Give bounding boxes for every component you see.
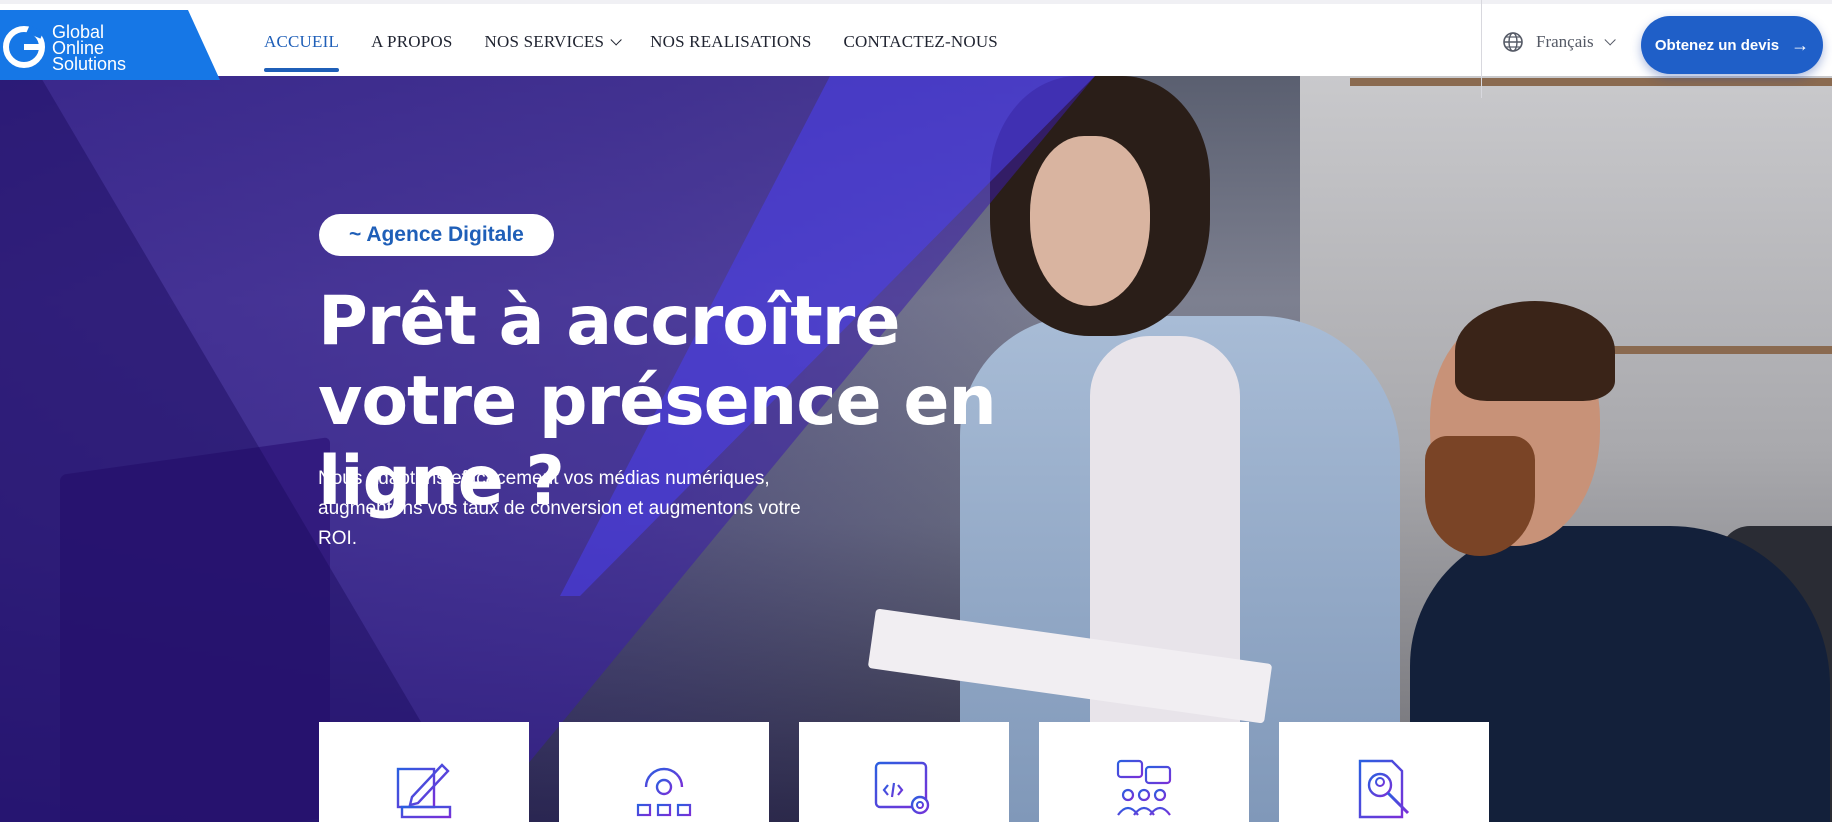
nav-label: NOS SERVICES [484, 32, 605, 51]
logo-icon [3, 25, 45, 68]
service-card[interactable] [559, 722, 769, 832]
chevron-down-icon [610, 34, 622, 46]
globe-icon [1503, 32, 1523, 52]
hero-person-man-hair [1455, 301, 1615, 401]
arrow-right-icon: → [1791, 34, 1810, 55]
language-selector[interactable]: Français [1502, 4, 1616, 80]
nav-item-accueil[interactable]: ACCUEIL [264, 4, 340, 80]
logo-line: Solutions [52, 54, 127, 74]
header-divider [1481, 0, 1482, 98]
nav-label: ACCUEIL [264, 32, 340, 51]
hero-person-woman-face [1030, 136, 1150, 306]
team-chat-icon [1116, 759, 1172, 816]
hero-description: Nous adaptons efficacement vos médias nu… [318, 468, 801, 549]
logo-text: Global Online Solutions [52, 23, 127, 74]
nav-label: NOS REALISATIONS [650, 32, 812, 51]
site-header: Global Online Solutions ACCUEIL A PROPOS… [0, 0, 1832, 80]
get-quote-label: Obtenez un devis [1654, 36, 1780, 54]
service-card[interactable] [1039, 722, 1249, 832]
nav-item-nos-services[interactable]: NOS SERVICES [484, 4, 622, 80]
web-code-settings-icon [874, 761, 930, 815]
network-gear-icon [636, 767, 692, 817]
document-search-icon [1358, 759, 1410, 819]
service-card[interactable] [1279, 722, 1489, 832]
nav-item-a-propos[interactable]: A PROPOS [371, 4, 452, 80]
language-label: Français [1536, 32, 1594, 51]
background-shelf [1600, 346, 1832, 354]
nav-label: A PROPOS [371, 32, 453, 51]
hero-badge: ~ Agence Digitale [319, 214, 554, 256]
service-card[interactable] [319, 722, 529, 832]
design-pencil-ruler-icon [396, 763, 452, 819]
nav-label: CONTACTEZ-NOUS [843, 32, 998, 51]
logo[interactable]: Global Online Solutions [0, 10, 220, 80]
chevron-down-icon [1604, 34, 1616, 46]
nav-item-contactez-nous[interactable]: CONTACTEZ-NOUS [844, 4, 998, 80]
nav-item-nos-realisations[interactable]: NOS REALISATIONS [650, 4, 811, 80]
get-quote-button[interactable]: Obtenez un devis → [1641, 16, 1823, 74]
service-card[interactable] [799, 722, 1009, 832]
main-nav: ACCUEIL A PROPOS NOS SERVICES NOS REALIS… [264, 4, 1030, 80]
hero-person-man-beard [1425, 436, 1535, 556]
